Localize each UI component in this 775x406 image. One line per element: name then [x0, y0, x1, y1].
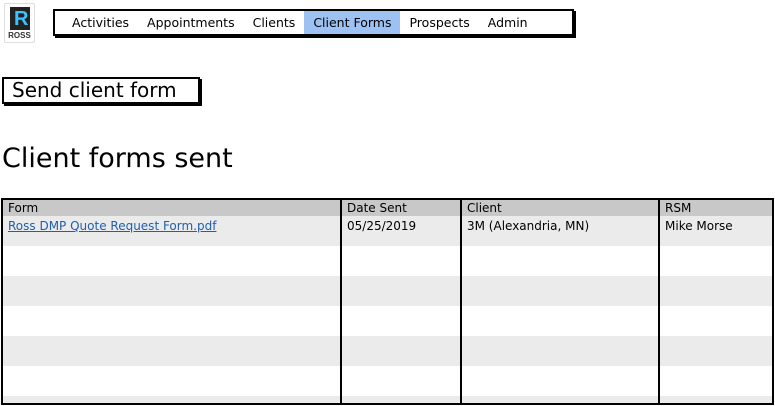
header-date-sent[interactable]: Date Sent	[340, 200, 460, 216]
nav-clients[interactable]: Clients	[244, 11, 305, 34]
nav-appointments[interactable]: Appointments	[138, 11, 244, 34]
nav-client-forms[interactable]: Client Forms	[304, 11, 401, 34]
logo-mark-icon: R	[10, 7, 30, 30]
table-header: Form Date Sent Client RSM	[3, 200, 772, 216]
client-forms-table: Form Date Sent Client RSM Ross DMP Quote…	[1, 198, 774, 405]
empty-row	[3, 246, 772, 276]
date-sent-cell: 05/25/2019	[340, 216, 460, 246]
empty-row	[3, 276, 772, 306]
rsm-cell: Mike Morse	[658, 216, 772, 246]
nav-prospects[interactable]: Prospects	[400, 11, 478, 34]
main-nav: Activities Appointments Clients Client F…	[53, 9, 574, 36]
header-form[interactable]: Form	[3, 200, 340, 216]
header-rsm[interactable]: RSM	[658, 200, 772, 216]
page-title: Client forms sent	[2, 143, 233, 174]
send-client-form-button[interactable]: Send client form	[2, 77, 200, 104]
empty-row	[3, 366, 772, 396]
empty-row	[3, 306, 772, 336]
empty-row	[3, 396, 772, 403]
form-cell: Ross DMP Quote Request Form.pdf	[3, 216, 340, 246]
table-row[interactable]: Ross DMP Quote Request Form.pdf 05/25/20…	[3, 216, 772, 246]
ross-logo: R ROSS	[4, 3, 35, 43]
header-client[interactable]: Client	[460, 200, 658, 216]
form-link[interactable]: Ross DMP Quote Request Form.pdf	[8, 219, 216, 233]
nav-activities[interactable]: Activities	[63, 11, 138, 34]
client-cell: 3M (Alexandria, MN)	[460, 216, 658, 246]
nav-admin[interactable]: Admin	[479, 11, 537, 34]
logo-text: ROSS	[8, 31, 31, 40]
empty-row	[3, 336, 772, 366]
